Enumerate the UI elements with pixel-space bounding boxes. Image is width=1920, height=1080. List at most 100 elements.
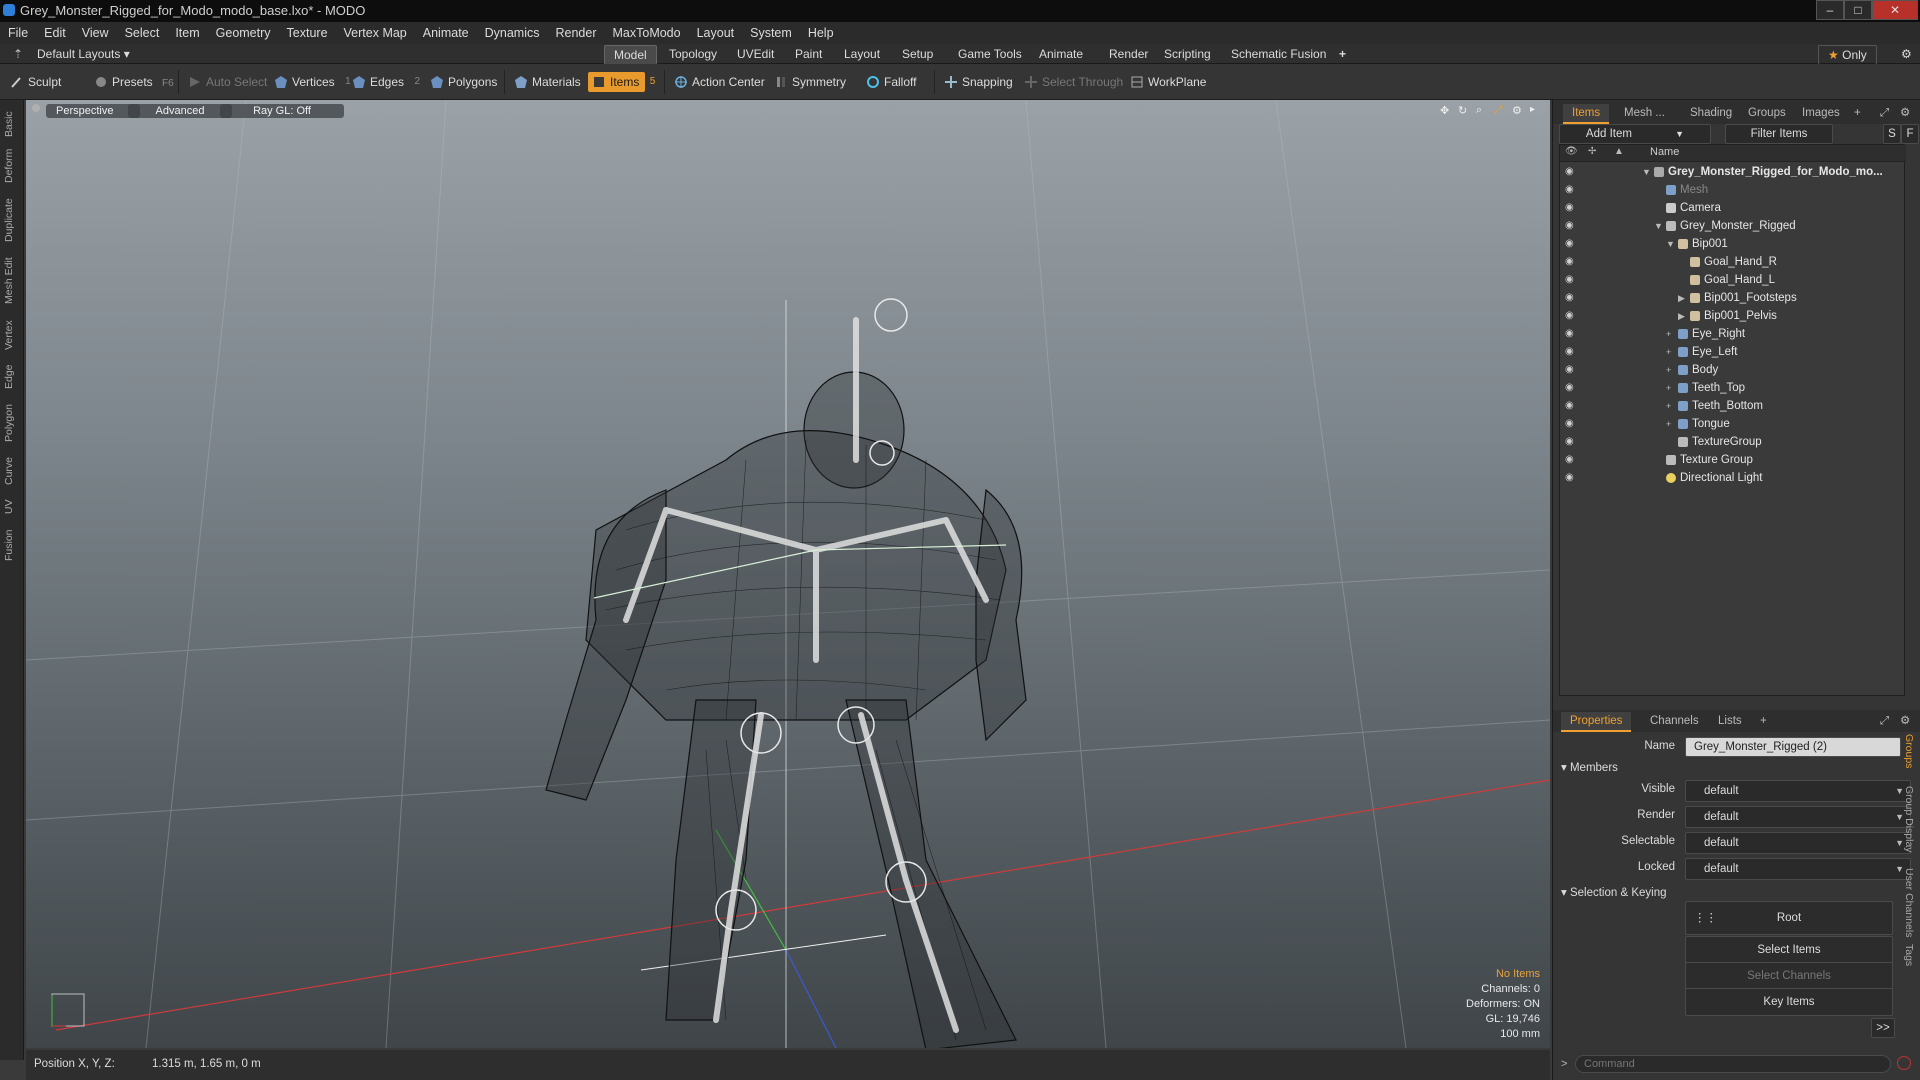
name-column-header[interactable]: Name — [1650, 146, 1679, 158]
item-row[interactable]: ◉ TextureGroup — [1560, 433, 1906, 451]
visibility-eye-icon[interactable]: ◉ — [1565, 310, 1577, 322]
action-center-button[interactable]: Action Center — [670, 72, 771, 92]
menu-layout[interactable]: Layout — [689, 22, 743, 44]
close-button[interactable]: ✕ — [1872, 0, 1918, 20]
tab-animate[interactable]: Animate — [1030, 45, 1092, 63]
expand-toggle-icon[interactable]: ▶ — [1678, 307, 1685, 325]
view-mode-dropdown[interactable]: Perspective — [46, 104, 140, 118]
expand-toggle-icon[interactable]: ▼ — [1642, 163, 1651, 181]
tab-lists[interactable]: Lists — [1709, 712, 1751, 730]
menu-view[interactable]: View — [74, 22, 117, 44]
visibility-eye-icon[interactable]: ◉ — [1565, 346, 1577, 358]
record-icon[interactable] — [1897, 1056, 1911, 1070]
tab-scripting[interactable]: Scripting — [1155, 45, 1220, 63]
properties-gear-icon[interactable]: ⚙ — [1891, 712, 1919, 730]
item-row[interactable]: ◉ Mesh — [1560, 181, 1906, 199]
tab-channels[interactable]: Channels — [1641, 712, 1708, 730]
selection-keying-section-header[interactable]: ▾ Selection & Keying — [1561, 885, 1667, 899]
item-row[interactable]: ◉ Texture Group — [1560, 451, 1906, 469]
name-field[interactable]: Grey_Monster_Rigged (2) — [1685, 737, 1901, 757]
item-row[interactable]: ◉ ▶ Bip001_Pelvis — [1560, 307, 1906, 325]
visibility-column-icon[interactable]: 👁 — [1565, 146, 1578, 157]
menu-item[interactable]: Item — [167, 22, 207, 44]
visibility-eye-icon[interactable]: ◉ — [1565, 220, 1577, 232]
visibility-eye-icon[interactable]: ◉ — [1565, 202, 1577, 214]
gear-icon[interactable]: ⚙ — [1892, 45, 1920, 63]
tab-polygon[interactable]: Polygon — [3, 400, 21, 446]
menu-maxtomodo[interactable]: MaxToModo — [605, 22, 689, 44]
viewport-menu-icon[interactable] — [32, 104, 40, 112]
menu-file[interactable]: File — [0, 22, 36, 44]
visibility-eye-icon[interactable]: ◉ — [1565, 166, 1577, 178]
visibility-eye-icon[interactable]: ◉ — [1565, 418, 1577, 430]
tab-edge[interactable]: Edge — [3, 362, 21, 392]
visibility-eye-icon[interactable]: ◉ — [1565, 454, 1577, 466]
lock-column-icon[interactable]: ✢ — [1588, 146, 1596, 157]
visibility-eye-icon[interactable]: ◉ — [1565, 274, 1577, 286]
side-tab-groups[interactable]: Groups — [1903, 734, 1915, 768]
only-toggle[interactable]: ★ Only — [1818, 45, 1877, 65]
item-row[interactable]: ◉ + Teeth_Top — [1560, 379, 1906, 397]
visibility-eye-icon[interactable]: ◉ — [1565, 436, 1577, 448]
expand-toggle-icon[interactable]: ▼ — [1654, 217, 1663, 235]
item-row[interactable]: ◉ ▼ Grey_Monster_Rigged_for_Modo_mo... — [1560, 163, 1906, 181]
side-tab-group-display[interactable]: Group Display — [1903, 786, 1915, 853]
render-column-icon[interactable]: ▲ — [1614, 146, 1624, 157]
visibility-eye-icon[interactable]: ◉ — [1565, 400, 1577, 412]
visible-dropdown[interactable]: default ▼ — [1685, 780, 1911, 802]
add-properties-tab-icon[interactable]: + — [1751, 712, 1776, 730]
polygons-button[interactable]: Polygons — [426, 72, 503, 92]
tab-deform[interactable]: Deform — [3, 146, 21, 186]
materials-button[interactable]: Materials — [510, 72, 587, 92]
rotate-icon[interactable]: ↻ — [1458, 104, 1467, 117]
item-list-tree[interactable]: 👁 ✢ ▲ Name ◉ ▼ Grey_Monster_Rigged_for_Mod… — [1559, 144, 1906, 696]
sculpt-button[interactable]: Sculpt — [6, 72, 67, 92]
viewport-settings-icon[interactable]: ⚙ — [1512, 104, 1522, 117]
expand-toggle-icon[interactable]: + — [1666, 415, 1671, 433]
select-items-button[interactable]: Select Items — [1685, 936, 1893, 964]
menu-animate[interactable]: Animate — [415, 22, 477, 44]
tab-basic[interactable]: Basic — [3, 108, 21, 140]
item-row[interactable]: ◉ ▼ Bip001 — [1560, 235, 1906, 253]
render-dropdown[interactable]: default ▼ — [1685, 806, 1911, 828]
command-input[interactable] — [1575, 1055, 1891, 1073]
edges-button[interactable]: Edges 2 — [348, 72, 420, 92]
expand-toggle-icon[interactable]: ▶ — [1678, 289, 1685, 307]
tab-uv[interactable]: UV — [3, 496, 21, 518]
menu-system[interactable]: System — [742, 22, 800, 44]
tab-curve[interactable]: Curve — [3, 454, 21, 488]
menu-texture[interactable]: Texture — [279, 22, 336, 44]
visibility-eye-icon[interactable]: ◉ — [1565, 184, 1577, 196]
tab-schematic-fusion[interactable]: Schematic Fusion — [1222, 45, 1335, 63]
snapping-button[interactable]: Snapping — [940, 72, 1019, 92]
visibility-eye-icon[interactable]: ◉ — [1565, 382, 1577, 394]
visibility-eye-icon[interactable]: ◉ — [1565, 328, 1577, 340]
expand-toggle-icon[interactable]: + — [1666, 361, 1671, 379]
menu-help[interactable]: Help — [800, 22, 842, 44]
tab-paint[interactable]: Paint — [786, 45, 831, 63]
symmetry-button[interactable]: Symmetry — [770, 72, 852, 92]
item-row[interactable]: ◉ Goal_Hand_R — [1560, 253, 1906, 271]
menu-select[interactable]: Select — [117, 22, 168, 44]
visibility-eye-icon[interactable]: ◉ — [1565, 292, 1577, 304]
add-tab-icon[interactable]: + — [1845, 104, 1870, 122]
tab-mesh-ops[interactable]: Mesh ... — [1615, 104, 1674, 122]
item-row[interactable]: ◉ Directional Light — [1560, 469, 1906, 487]
expand-toggle-icon[interactable]: ▼ — [1666, 235, 1675, 253]
viewport-expand-icon[interactable]: ▸ — [1530, 104, 1535, 115]
side-tab-user-channels[interactable]: User Channels — [1903, 868, 1915, 937]
expand-toggle-icon[interactable]: + — [1666, 325, 1671, 343]
visibility-eye-icon[interactable]: ◉ — [1565, 472, 1577, 484]
tab-vertex[interactable]: Vertex — [3, 316, 21, 354]
root-button[interactable]: ⋮⋮ Root — [1685, 901, 1893, 935]
tab-shading[interactable]: Shading — [1681, 104, 1741, 122]
viewport-scene[interactable] — [26, 100, 1550, 1048]
item-row[interactable]: ◉ + Tongue — [1560, 415, 1906, 433]
item-row[interactable]: ◉ + Teeth_Bottom — [1560, 397, 1906, 415]
item-row[interactable]: ◉ Camera — [1560, 199, 1906, 217]
filter-f-button[interactable]: F — [1901, 124, 1919, 144]
selectable-dropdown[interactable]: default ▼ — [1685, 832, 1911, 854]
raygl-toggle[interactable]: Ray GL: Off — [220, 104, 344, 118]
menu-vertex-map[interactable]: Vertex Map — [336, 22, 415, 44]
panel-gear-icon[interactable]: ⚙ — [1891, 104, 1919, 122]
